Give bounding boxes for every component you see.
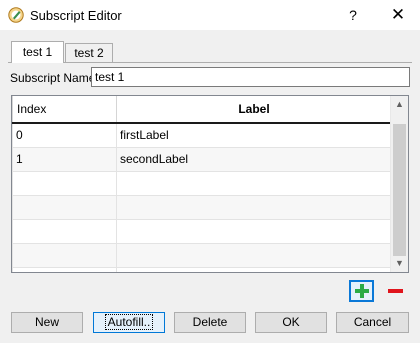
help-button[interactable]: ?: [340, 4, 366, 26]
column-header-label[interactable]: Label: [116, 96, 392, 124]
index-cell[interactable]: [12, 218, 117, 244]
index-cell[interactable]: [12, 170, 117, 196]
label-cell[interactable]: [116, 242, 392, 268]
subscript-name-label: Subscript Name: [10, 71, 96, 85]
scroll-up-icon[interactable]: ▲: [391, 96, 408, 113]
subscript-editor-window: Subscript Editor ? ✕ test 1 test 2 Subsc…: [0, 0, 420, 343]
table-row[interactable]: 0 firstLabel: [12, 122, 392, 148]
delete-button[interactable]: Delete: [174, 312, 246, 333]
editor-app-icon: [8, 7, 24, 23]
table-row[interactable]: 1 secondLabel: [12, 146, 392, 172]
minus-icon: [388, 289, 403, 293]
table-row[interactable]: [12, 218, 392, 244]
tab-pane-border: [8, 62, 412, 63]
new-button[interactable]: New: [11, 312, 83, 333]
vertical-scrollbar[interactable]: ▲ ▼: [390, 96, 408, 272]
index-cell[interactable]: 1: [12, 146, 117, 172]
label-cell[interactable]: firstLabel: [116, 122, 392, 148]
index-cell[interactable]: [12, 242, 117, 268]
title-bar: Subscript Editor ? ✕: [0, 0, 420, 30]
label-table: Index Label 0 firstLabel 1 secondLabel ▲…: [11, 95, 409, 273]
tab-test-1[interactable]: test 1: [11, 41, 64, 63]
index-cell[interactable]: [12, 194, 117, 220]
index-cell[interactable]: [12, 266, 117, 272]
label-cell[interactable]: [116, 266, 392, 272]
window-title: Subscript Editor: [30, 8, 122, 23]
autofill-label: Autofill..: [104, 314, 154, 330]
close-button[interactable]: ✕: [384, 4, 412, 26]
scroll-down-icon[interactable]: ▼: [391, 255, 408, 272]
label-cell[interactable]: secondLabel: [116, 146, 392, 172]
label-cell[interactable]: [116, 170, 392, 196]
plus-icon: [355, 289, 369, 293]
table-row[interactable]: [12, 266, 392, 272]
index-cell[interactable]: 0: [12, 122, 117, 148]
tab-test-2[interactable]: test 2: [65, 43, 113, 62]
column-header-index[interactable]: Index: [12, 96, 117, 124]
autofill-button[interactable]: Autofill..: [93, 312, 165, 333]
label-cell[interactable]: [116, 218, 392, 244]
scroll-thumb[interactable]: [393, 124, 406, 256]
ok-button[interactable]: OK: [255, 312, 327, 333]
table-row[interactable]: [12, 170, 392, 196]
label-cell[interactable]: [116, 194, 392, 220]
table-row[interactable]: [12, 194, 392, 220]
subscript-name-input[interactable]: [91, 67, 410, 87]
cancel-button[interactable]: Cancel: [336, 312, 409, 333]
remove-row-button[interactable]: [383, 280, 408, 302]
label-grid: Index Label 0 firstLabel 1 secondLabel: [12, 96, 392, 272]
add-row-button[interactable]: [349, 280, 374, 302]
table-row[interactable]: [12, 242, 392, 268]
